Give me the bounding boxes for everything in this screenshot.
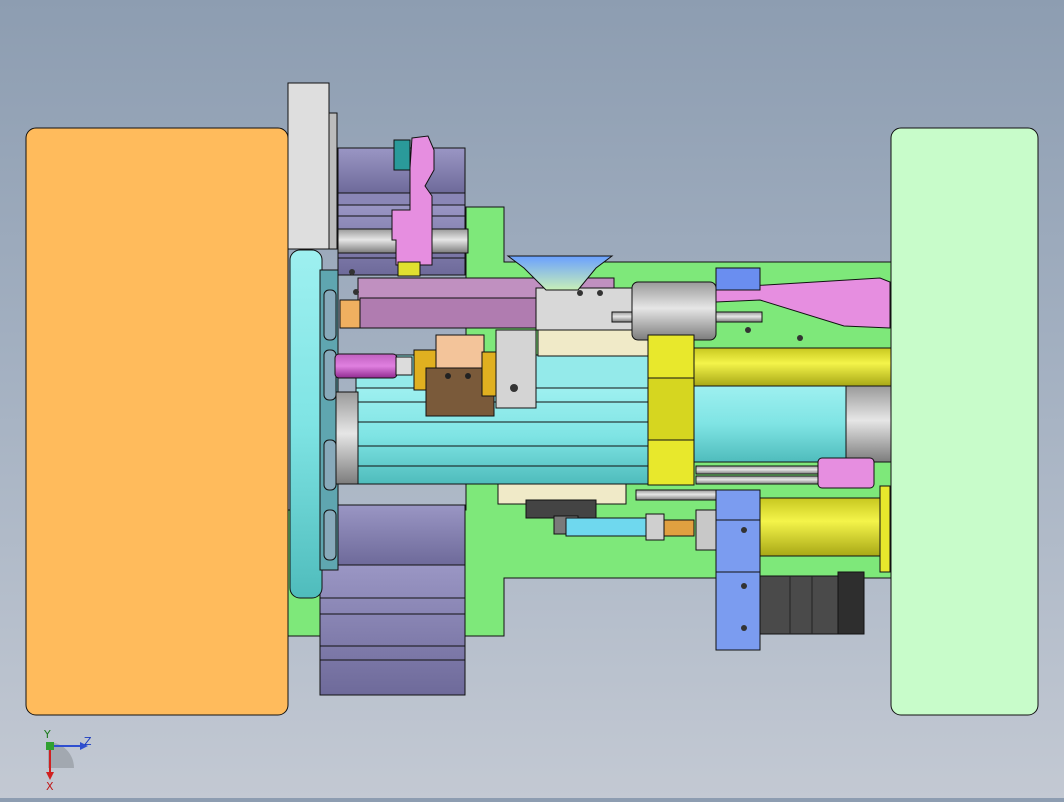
- clamp-plate[interactable]: [495, 329, 537, 409]
- small-cyan-actuator[interactable]: [565, 517, 647, 537]
- lower-purple-fixture[interactable]: [319, 504, 466, 696]
- coupling[interactable]: [631, 281, 717, 341]
- axis-x-label: X: [46, 780, 54, 793]
- coordinate-triad-icon: Z Y X: [43, 728, 92, 793]
- top-mount-plate[interactable]: [287, 82, 330, 250]
- teal-knob[interactable]: [393, 139, 411, 171]
- pink-cylinder-small[interactable]: [817, 457, 875, 489]
- assembly-drawing: Z Y X: [25, 82, 1039, 793]
- cyan-barrel[interactable]: [693, 385, 849, 463]
- right-end-plate[interactable]: [890, 127, 1039, 716]
- cad-viewport[interactable]: Z Y X: [0, 0, 1064, 798]
- stepper-motor[interactable]: [759, 571, 865, 635]
- left-end-plate[interactable]: [25, 127, 289, 716]
- magenta-cylinder[interactable]: [334, 353, 398, 379]
- axis-z-label: Z: [84, 735, 92, 748]
- axis-y-label: Y: [43, 728, 51, 741]
- yellow-cylinder-lower[interactable]: [759, 497, 889, 557]
- rotary-disc[interactable]: [289, 249, 323, 599]
